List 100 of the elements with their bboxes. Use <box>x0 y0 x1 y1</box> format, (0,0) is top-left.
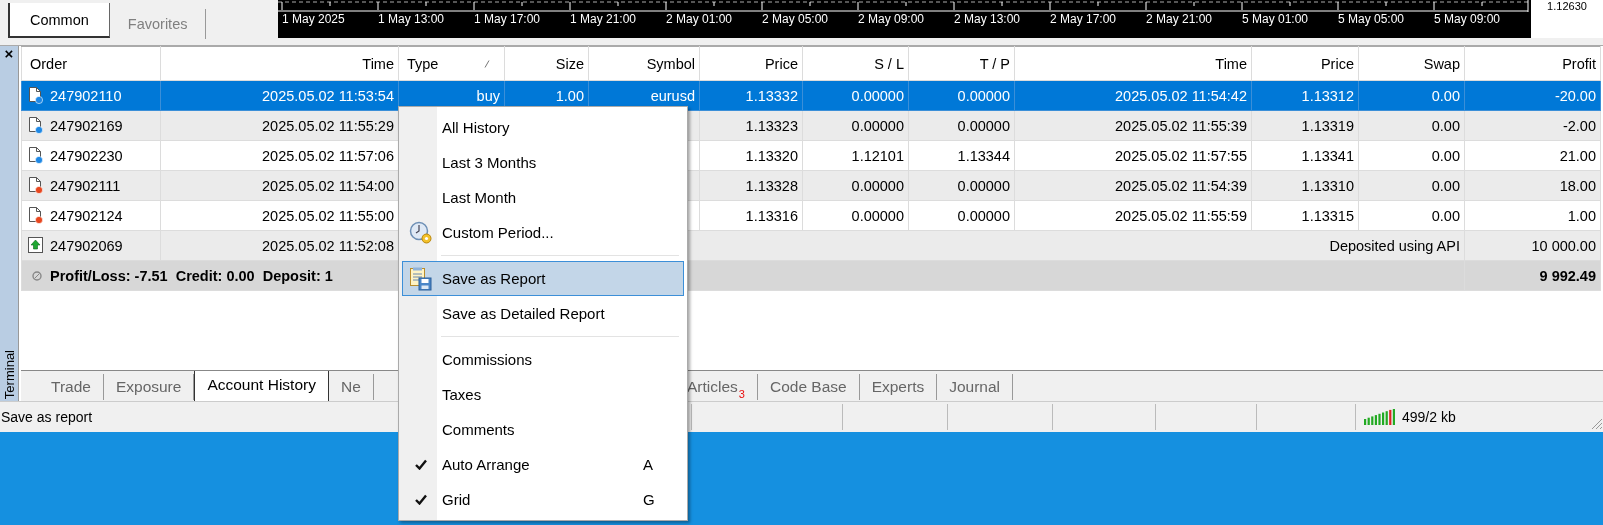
column-header[interactable]: Profit <box>1464 46 1601 81</box>
column-header[interactable]: Time <box>1014 46 1252 81</box>
table-cell: 0.00000 <box>802 170 909 201</box>
table-cell: 1.12101 <box>802 140 909 171</box>
table-cell: 0.00 <box>1358 80 1465 111</box>
order-number: 247902169 <box>50 117 123 134</box>
axis-time-label: 5 May 05:00 <box>1338 12 1406 26</box>
axis-time-label: 2 May 05:00 <box>762 12 830 26</box>
table-cell: 1.13341 <box>1251 140 1359 171</box>
table-cell: 2025.05.02 11:55:59 <box>1014 200 1252 231</box>
menu-item[interactable]: Grid G <box>402 482 684 517</box>
panel-tab[interactable]: Ne <box>328 374 374 400</box>
table-cell: 18.00 <box>1464 170 1601 201</box>
menu-item-label: Comments <box>441 421 516 438</box>
order-number: 247902124 <box>50 207 123 224</box>
panel-tab[interactable]: Favorites <box>109 9 207 39</box>
menu-item-label: Auto Arrange <box>441 456 531 473</box>
column-header[interactable]: Size <box>504 46 589 81</box>
column-header[interactable]: Type <box>407 55 439 72</box>
table-cell: 0.00000 <box>908 110 1015 141</box>
table-cell: -20.00 <box>1464 80 1601 111</box>
menu-item[interactable]: Comments <box>402 412 684 447</box>
shortcut-key: G <box>643 491 683 508</box>
table-cell: 2025.05.02 11:57:55 <box>1014 140 1252 171</box>
table-cell: 2025.05.02 11:55:29 <box>160 110 399 141</box>
signal-bars-icon <box>1364 409 1398 425</box>
resize-grip-icon[interactable] <box>1589 416 1603 430</box>
order-number: 247902069 <box>50 237 123 254</box>
axis-time-label: 1 May 13:00 <box>378 12 446 26</box>
table-cell: 21.00 <box>1464 140 1601 171</box>
table-cell: 0.00 <box>1358 110 1465 141</box>
column-header[interactable]: T / P <box>908 46 1015 81</box>
table-cell: 9 992.49 <box>1464 260 1601 291</box>
menu-item-label: Save as Report <box>441 270 547 287</box>
circle-icon <box>32 270 42 281</box>
table-cell: 2025.05.02 11:54:00 <box>160 170 399 201</box>
table-cell: 1.00 <box>1464 200 1601 231</box>
close-button[interactable]: × <box>4 46 14 61</box>
column-header[interactable]: Swap <box>1358 46 1465 81</box>
order-number: 247902230 <box>50 147 123 164</box>
table-cell: 0.00000 <box>802 80 909 111</box>
menu-item[interactable]: Auto Arrange A <box>402 447 684 482</box>
menu-item-label: Commissions <box>441 351 533 368</box>
table-cell: 0.00 <box>1358 140 1465 171</box>
table-cell: 0.00 <box>1358 200 1465 231</box>
panel-tab[interactable]: Code Base <box>757 374 860 400</box>
column-header[interactable]: Symbol <box>588 46 700 81</box>
menu-item-label: Grid <box>441 491 472 508</box>
menu-item-label: Last 3 Months <box>441 154 538 171</box>
panel-tab[interactable]: Experts <box>859 374 938 400</box>
column-header[interactable]: Price <box>1251 46 1359 81</box>
order-number: 247902110 <box>50 87 122 104</box>
table-cell: 1.13328 <box>699 170 803 201</box>
table-cell: 0.00000 <box>802 110 909 141</box>
axis-time-label: 2 May 09:00 <box>858 12 926 26</box>
panel-tab[interactable]: Journal <box>937 374 1014 400</box>
table-row[interactable]: 247902110 2025.05.02 11:53:54 buy 1.00 eurusd 1.13332 0.00000 0.00000 2025.05.02 11:54:42 1.13312 0.00 -20.00 <box>21 80 1601 111</box>
table-cell: 10 000.00 <box>1464 230 1601 261</box>
column-header[interactable]: Price <box>699 46 803 81</box>
menu-item[interactable]: Save as Detailed Report <box>402 296 684 331</box>
axis-price-label: 1.12630 <box>1547 0 1587 12</box>
panel-title: Terminal <box>1 349 17 399</box>
panel-tab[interactable]: Common <box>8 3 110 38</box>
table-cell: 1.13320 <box>699 140 803 171</box>
column-header[interactable]: Order <box>21 46 161 81</box>
table-cell: -2.00 <box>1464 110 1601 141</box>
order-number: 247902111 <box>50 177 121 194</box>
table-cell: 2025.05.02 11:55:39 <box>1014 110 1252 141</box>
status-message: Save as report <box>1 409 93 425</box>
axis-time-label: 1 May 21:00 <box>570 12 638 26</box>
panel-tab[interactable]: Trade <box>39 374 104 400</box>
axis-time-label: 2 May 01:00 <box>666 12 734 26</box>
menu-item-label: Taxes <box>441 386 483 403</box>
menu-item-label: Save as Detailed Report <box>441 305 606 322</box>
table-cell: 0.00000 <box>908 170 1015 201</box>
check-icon <box>415 494 427 505</box>
table-cell: 1.13316 <box>699 200 803 231</box>
axis-time-label: 1 May 2025 <box>282 12 346 26</box>
table-cell: 0.00 <box>1358 170 1465 201</box>
table-cell: 1.13344 <box>908 140 1015 171</box>
column-header[interactable]: Time <box>160 46 399 81</box>
table-cell: 1.13310 <box>1251 170 1359 201</box>
table-cell: 2025.05.02 11:52:08 <box>160 230 399 261</box>
table-cell: 2025.05.02 11:54:42 <box>1014 80 1252 111</box>
traffic-text: 499/2 kb <box>1402 409 1456 425</box>
axis-time-label: 2 May 17:00 <box>1050 12 1118 26</box>
summary-text: Profit/Loss: -7.51 Credit: 0.00 Deposit: 1 <box>50 267 333 284</box>
menu-item[interactable]: Save as Report <box>402 261 684 296</box>
tab-label: Articles <box>687 378 738 396</box>
table-cell: 2025.05.02 11:53:54 <box>160 80 399 111</box>
count-label: 3 <box>738 388 745 400</box>
menu-item[interactable]: Commissions <box>402 342 684 377</box>
table-cell: 0.00000 <box>908 80 1015 111</box>
table-cell: 0.00000 <box>908 200 1015 231</box>
table-cell: 1.13323 <box>699 110 803 141</box>
table-cell: 0.00000 <box>802 200 909 231</box>
table-cell: 2025.05.02 11:54:39 <box>1014 170 1252 201</box>
column-header[interactable]: S / L <box>802 46 909 81</box>
table-cell: 1.13332 <box>699 80 803 111</box>
axis-time-label: 2 May 13:00 <box>954 12 1022 26</box>
